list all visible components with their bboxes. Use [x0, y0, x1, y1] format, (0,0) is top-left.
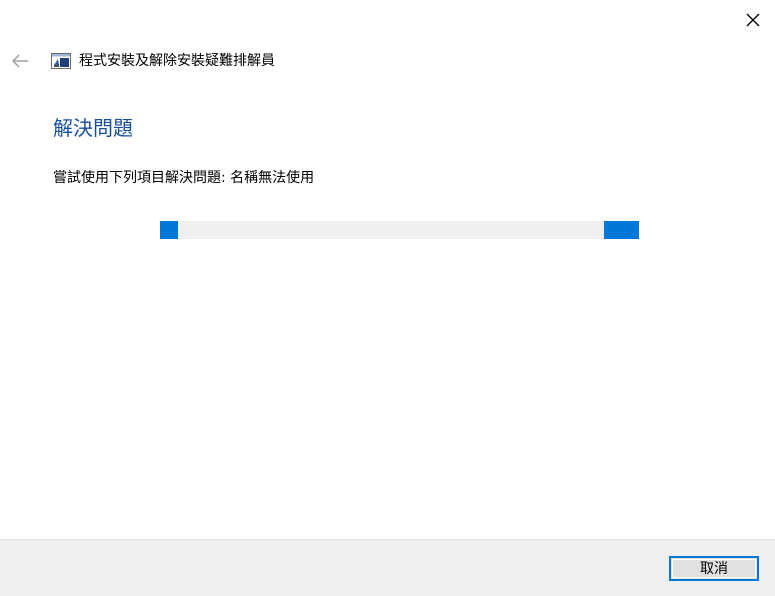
cancel-button[interactable]: 取消 — [669, 556, 759, 581]
close-button[interactable] — [734, 4, 772, 36]
cancel-button-label: 取消 — [672, 559, 756, 578]
window-title: 程式安裝及解除安裝疑難排解員 — [79, 53, 275, 69]
progress-bar — [160, 221, 639, 239]
status-message: 嘗試使用下列項目解決問題: 名稱無法使用 — [53, 170, 315, 186]
back-button[interactable] — [6, 48, 34, 74]
page-heading: 解決問題 — [53, 116, 133, 140]
footer-bar: 取消 — [0, 539, 775, 596]
close-icon — [746, 13, 760, 27]
progress-marquee-chunk — [160, 221, 178, 239]
troubleshooter-window: 程式安裝及解除安裝疑難排解員 解決問題 嘗試使用下列項目解決問題: 名稱無法使用… — [0, 0, 775, 596]
troubleshooter-app-icon — [51, 53, 71, 69]
back-arrow-icon — [11, 54, 28, 68]
progress-marquee-chunk — [604, 221, 639, 239]
